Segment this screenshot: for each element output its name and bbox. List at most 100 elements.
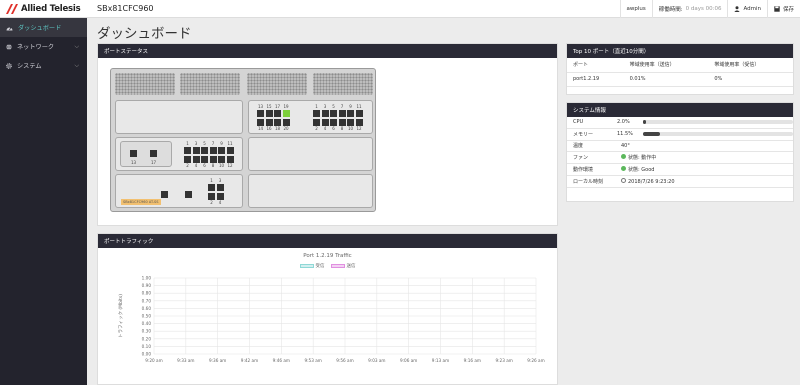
management-port[interactable] [185, 191, 192, 198]
panel-title: システム情報 [567, 103, 793, 117]
port-number-label: 16 [266, 126, 272, 131]
management-port[interactable] [161, 191, 168, 198]
port[interactable] [208, 192, 215, 200]
controller-card[interactable]: 13 24 SBx81CFC960 AT-SS [115, 174, 243, 208]
x-tick-label: 9:16 am [464, 358, 481, 363]
port-number-label: 11 [356, 104, 362, 109]
port[interactable] [355, 118, 363, 126]
port[interactable] [265, 110, 273, 117]
port[interactable] [265, 118, 273, 126]
column-header: 帯域使用率（送信） [623, 58, 709, 73]
port[interactable] [192, 147, 200, 154]
y-tick-label: 0.40 [142, 321, 152, 326]
port[interactable] [338, 118, 346, 126]
column-header: 帯域使用率（受信） [708, 58, 793, 73]
save-button[interactable]: 保存 [766, 0, 800, 18]
port[interactable] [226, 147, 234, 154]
port[interactable] [330, 110, 337, 117]
port[interactable] [257, 110, 264, 117]
port-number-label: 8 [340, 126, 344, 131]
sidebar-item-dashboard[interactable]: ダッシュボード [0, 18, 87, 37]
port[interactable] [257, 118, 264, 126]
port[interactable] [313, 110, 320, 117]
port[interactable] [216, 184, 224, 191]
port[interactable] [208, 184, 215, 191]
port[interactable] [192, 155, 200, 163]
port[interactable] [355, 110, 363, 117]
port[interactable] [321, 118, 329, 126]
clock-icon [621, 177, 626, 183]
port-number-label: 6 [203, 163, 206, 168]
port-number-label: 3 [194, 141, 198, 146]
x-tick-label: 9:42 am [241, 358, 258, 363]
chart-title: Port 1.2.19 Traffic [303, 253, 352, 259]
port-number-label: 11 [227, 141, 233, 146]
port[interactable] [226, 155, 234, 163]
port[interactable] [313, 118, 320, 126]
port[interactable] [282, 118, 290, 126]
port-number-label: 1 [315, 104, 318, 109]
port[interactable] [347, 118, 354, 126]
gear-icon [6, 62, 12, 69]
sfp-port[interactable] [150, 150, 157, 157]
x-tick-label: 9:23 am [495, 358, 512, 363]
x-tick-label: 9:13 am [432, 358, 449, 363]
top10-table: ポート 帯域使用率（送信） 帯域使用率（受信） port1.2.19 0.01%… [567, 58, 793, 87]
port[interactable] [338, 110, 346, 117]
port-number-label: 4 [323, 126, 327, 131]
cpu-usage-bar [643, 120, 793, 125]
port[interactable] [321, 110, 329, 117]
port[interactable] [330, 118, 337, 126]
check-circle-icon [621, 154, 626, 160]
tx-cell: 0.01% [623, 72, 709, 87]
column-header: ポート [567, 58, 624, 73]
port[interactable] [274, 110, 281, 117]
x-tick-label: 9:36 am [209, 358, 226, 363]
port[interactable] [216, 192, 224, 200]
y-tick-label: 0.00 [142, 352, 152, 357]
blank-slot [248, 137, 373, 171]
table-header-row: ポート 帯域使用率（送信） 帯域使用率（受信） [567, 58, 793, 73]
port[interactable] [209, 147, 217, 154]
port[interactable] [184, 147, 191, 154]
port[interactable] [184, 155, 191, 163]
port-number-label: 3 [323, 104, 327, 109]
port[interactable] [201, 155, 208, 163]
line-card-slot-2[interactable]: 13 15 17 19 14 16 18 20 1 3 5 7 9 11 2 4 6 8 10 12 [248, 100, 373, 134]
x-tick-label: 9:20 am [145, 358, 162, 363]
fan-vent [313, 73, 373, 95]
y-tick-label: 0.20 [142, 336, 152, 341]
fan-vent [180, 73, 240, 95]
x-tick-label: 9:26 am [527, 358, 544, 363]
sidebar-item-network[interactable]: ネットワーク ⌵ [0, 37, 87, 56]
admin-menu[interactable]: Admin [727, 0, 767, 18]
memory-row: メモリー 11.5% [567, 129, 793, 141]
brand-logo[interactable]: Allied Telesis [6, 4, 81, 14]
port[interactable] [347, 110, 354, 117]
memory-usage-bar [643, 132, 793, 137]
port-status-panel: ポートステータス 13 15 17 19 14 16 18 20 1 3 5 7 9 11 24681… [97, 43, 558, 226]
table-row[interactable]: port1.2.19 0.01% 0% [567, 72, 793, 87]
blank-slot [248, 174, 373, 208]
sidebar-item-system[interactable]: システム ⌵ [0, 56, 87, 75]
port-number-label: 3 [218, 178, 222, 183]
port-number-label: 14 [257, 126, 264, 131]
page-title: ダッシュボード [97, 26, 192, 42]
sfp-port[interactable] [130, 150, 137, 157]
port-number-label: 12 [356, 126, 362, 131]
y-tick-label: 0.10 [142, 344, 152, 349]
uptime: 稼働時間: 0 days 00:06 [651, 0, 728, 18]
port[interactable] [274, 118, 281, 126]
line-card-slot-3[interactable]: 13 17 1 3 5 7 9 11 2 4 6 8 10 12 [115, 137, 243, 171]
port[interactable] [218, 155, 225, 163]
port[interactable] [209, 155, 217, 163]
y-axis-label: トラフィック (Mbits) [118, 294, 124, 338]
y-tick-label: 0.60 [142, 306, 152, 311]
port[interactable] [218, 147, 225, 154]
port[interactable] [201, 147, 208, 154]
port-number-label: 10 [347, 126, 354, 131]
port-link-up[interactable] [282, 110, 290, 117]
x-tick-label: 9:53 am [304, 358, 321, 363]
x-tick-label: 9:03 am [368, 358, 385, 363]
port-number-label: 1 [210, 178, 213, 183]
